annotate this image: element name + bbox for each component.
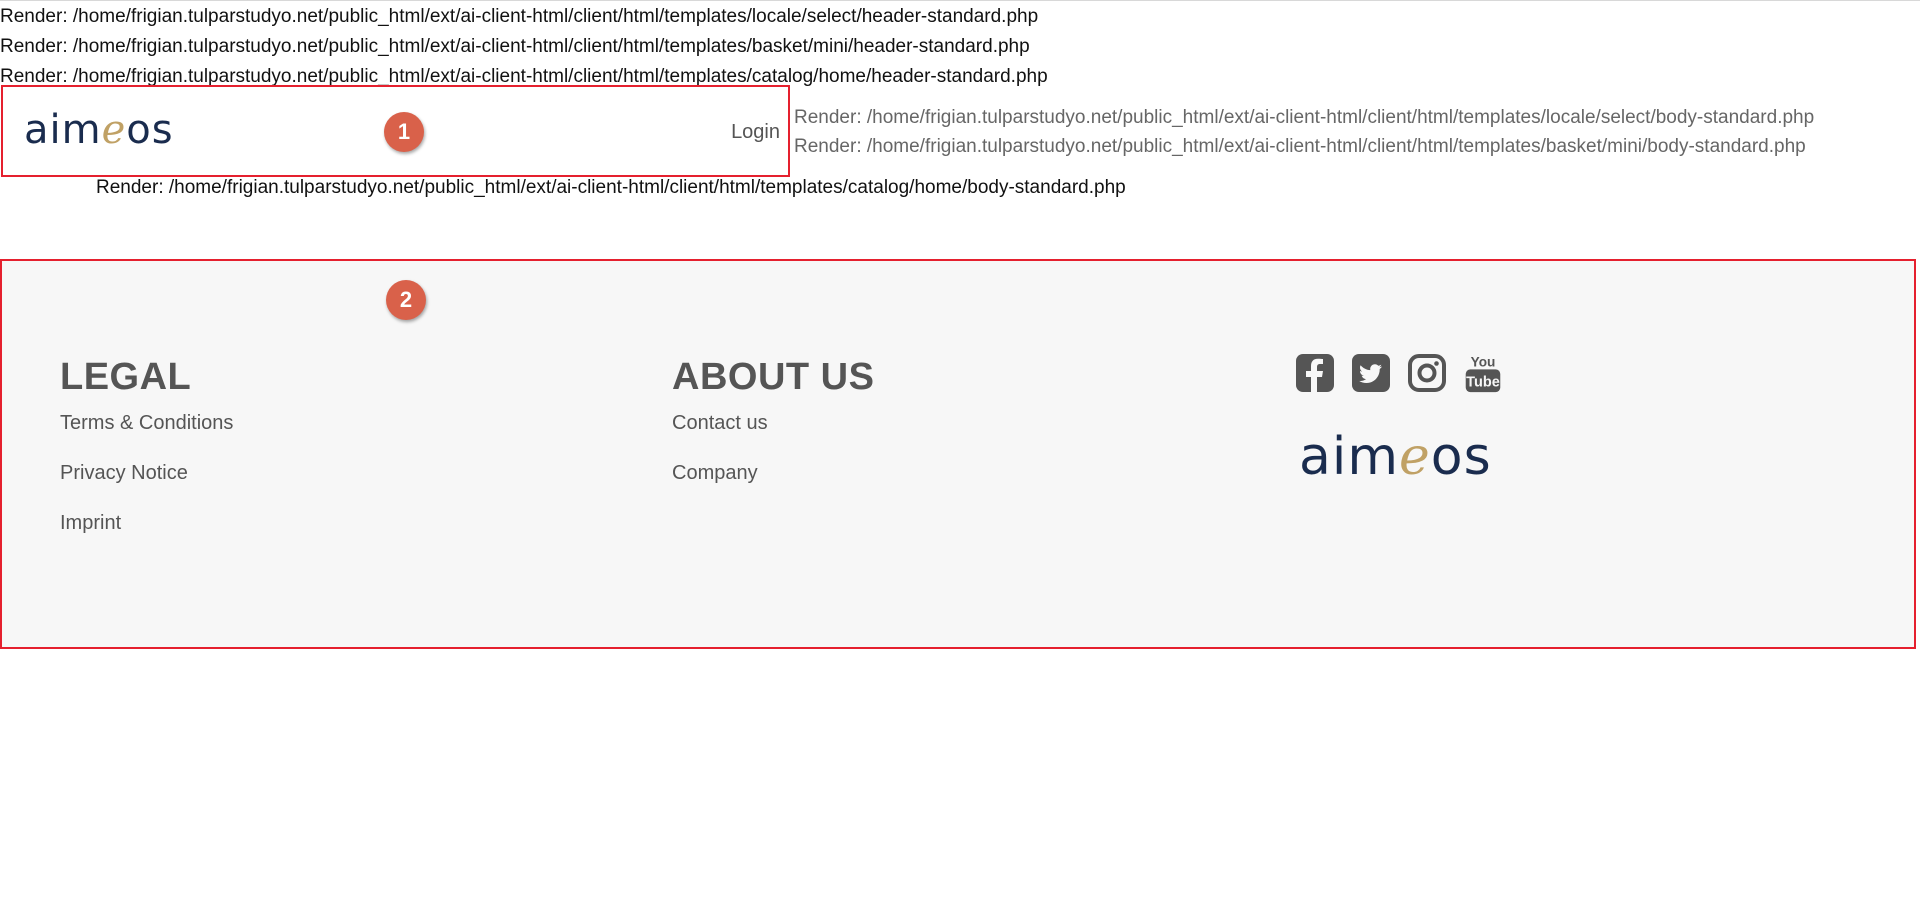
footer-legal-section: LEGAL Terms & Conditions Privacy Notice … — [60, 355, 233, 561]
instagram-icon[interactable] — [1407, 353, 1447, 393]
contact-link[interactable]: Contact us — [672, 411, 874, 435]
footer-aimeos-logo: aimeos — [1299, 427, 1492, 487]
company-link[interactable]: Company — [672, 461, 874, 485]
privacy-link[interactable]: Privacy Notice — [60, 461, 233, 485]
annotation-badge-2: 2 — [386, 280, 426, 320]
footer: LEGAL Terms & Conditions Privacy Notice … — [0, 259, 1916, 649]
logo-text-accent: e — [1398, 427, 1431, 487]
logo-text: os — [126, 107, 174, 153]
debug-render-line: Render: /home/frigian.tulparstudyo.net/p… — [0, 6, 1039, 27]
svg-text:Tube: Tube — [1466, 375, 1500, 391]
annotation-badge-1: 1 — [384, 112, 424, 152]
debug-render-line: Render: /home/frigian.tulparstudyo.net/p… — [794, 107, 1815, 128]
login-link[interactable]: Login — [731, 121, 780, 144]
twitter-icon[interactable] — [1351, 353, 1391, 393]
debug-render-line: Render: /home/frigian.tulparstudyo.net/p… — [96, 177, 1126, 198]
logo-text: aim — [24, 107, 102, 153]
svg-text:You: You — [1471, 355, 1496, 370]
footer-heading-about: ABOUT US — [672, 356, 875, 398]
social-links: You Tube — [1295, 353, 1503, 393]
debug-render-line: Render: /home/frigian.tulparstudyo.net/p… — [0, 36, 1030, 57]
footer-about-section: ABOUT US Contact us Company — [672, 355, 874, 511]
facebook-icon[interactable] — [1295, 353, 1335, 393]
logo-text: os — [1430, 427, 1492, 487]
debug-render-line: Render: /home/frigian.tulparstudyo.net/p… — [794, 136, 1806, 157]
top-divider — [0, 0, 1920, 1]
footer-heading-legal: LEGAL — [60, 356, 192, 398]
aimeos-logo[interactable]: aimeos — [24, 107, 174, 153]
logo-text: aim — [1299, 427, 1399, 487]
youtube-icon[interactable]: You Tube — [1463, 353, 1503, 393]
imprint-link[interactable]: Imprint — [60, 511, 233, 535]
terms-link[interactable]: Terms & Conditions — [60, 411, 233, 435]
logo-text-accent: e — [101, 107, 127, 153]
